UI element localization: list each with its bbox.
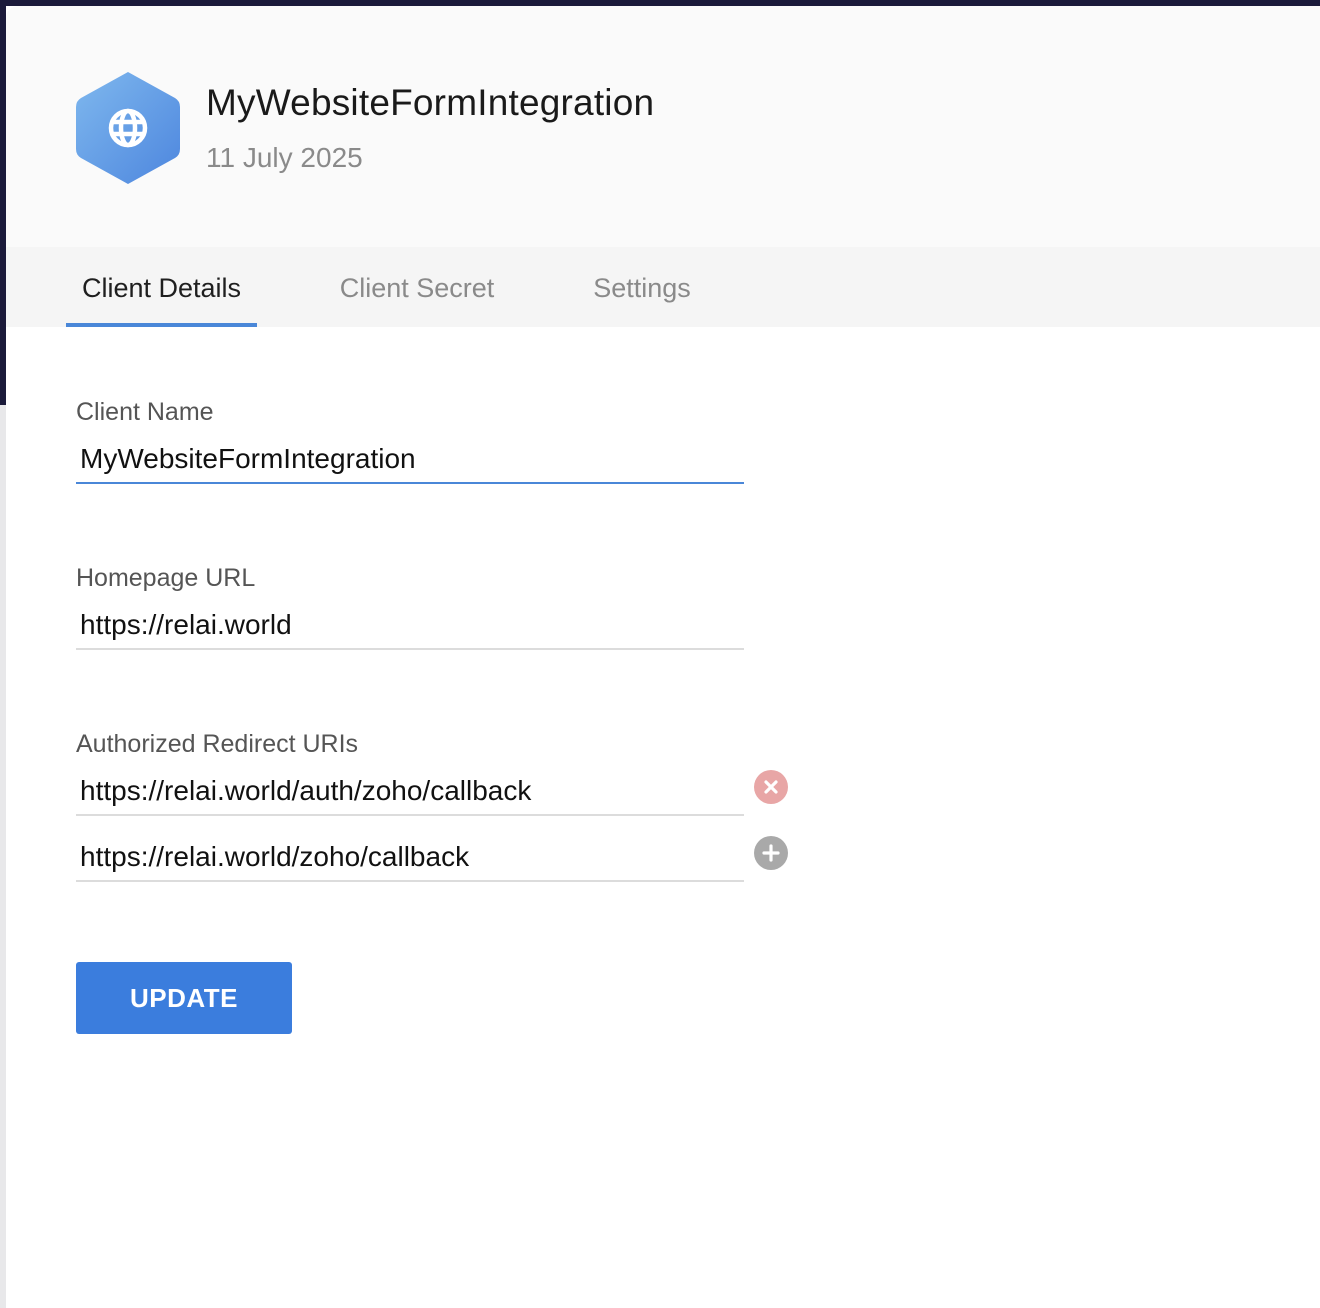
client-header: MyWebsiteFormIntegration 11 July 2025 [6, 6, 1320, 247]
update-button[interactable]: UPDATE [76, 962, 292, 1034]
client-name-input[interactable] [76, 436, 744, 484]
homepage-url-input[interactable] [76, 602, 744, 650]
remove-icon [764, 780, 778, 794]
globe-icon [76, 70, 180, 186]
client-date: 11 July 2025 [206, 142, 363, 173]
tab-client-secret[interactable]: Client Secret [322, 247, 512, 327]
tab-bar: Client Details Client Secret Settings [6, 247, 1320, 327]
redirect-uris-label: Authorized Redirect URIs [76, 730, 359, 758]
add-uri-button[interactable] [754, 836, 788, 870]
homepage-url-label: Homepage URL [76, 564, 256, 592]
add-icon [762, 844, 780, 862]
remove-uri-button[interactable] [754, 770, 788, 804]
redirect-uri-input-1[interactable] [76, 768, 744, 816]
redirect-uri-input-2[interactable] [76, 834, 744, 882]
tab-client-details[interactable]: Client Details [66, 247, 257, 327]
client-title: MyWebsiteFormIntegration [206, 82, 655, 123]
client-details-panel: MyWebsiteFormIntegration 11 July 2025 Cl… [6, 6, 1320, 1308]
tab-settings[interactable]: Settings [578, 247, 706, 327]
client-name-label: Client Name [76, 398, 214, 426]
